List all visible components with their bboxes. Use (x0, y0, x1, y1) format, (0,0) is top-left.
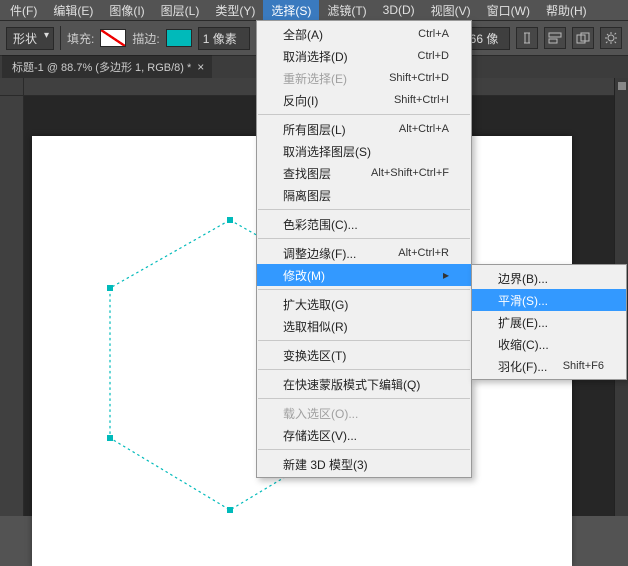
gear-icon[interactable] (600, 27, 622, 49)
modify-submenu: 边界(B)... 平滑(S)... 扩展(E)... 收缩(C)... 羽化(F… (471, 264, 627, 380)
menu-item-quick-mask[interactable]: 在快速蒙版模式下编辑(Q) (257, 373, 471, 395)
shape-mode-select[interactable]: 形状 (6, 27, 54, 50)
stroke-swatch[interactable] (166, 29, 192, 47)
menu-item-transform-selection[interactable]: 变换选区(T) (257, 344, 471, 366)
menu-item-refine-edge[interactable]: 调整边缘(F)...Alt+Ctrl+R (257, 242, 471, 264)
menu-item-reselect: 重新选择(E)Shift+Ctrl+D (257, 67, 471, 89)
menu-item-new-3d[interactable]: 新建 3D 模型(3) (257, 453, 471, 475)
menu-image[interactable]: 图像(I) (101, 0, 152, 21)
link-icon[interactable] (516, 27, 538, 49)
menu-item-similar[interactable]: 选取相似(R) (257, 315, 471, 337)
stroke-width-field[interactable]: 1 像素 (198, 27, 250, 50)
document-tab-title: 标题-1 @ 88.7% (多边形 1, RGB/8) * (12, 59, 191, 75)
submenu-item-smooth[interactable]: 平滑(S)... (472, 289, 626, 311)
menu-layer[interactable]: 图层(L) (153, 0, 208, 21)
submenu-item-contract[interactable]: 收缩(C)... (472, 333, 626, 355)
align-icon[interactable] (544, 27, 566, 49)
menu-help[interactable]: 帮助(H) (538, 0, 595, 21)
menu-item-color-range[interactable]: 色彩范围(C)... (257, 213, 471, 235)
menu-item-all-layers[interactable]: 所有图层(L)Alt+Ctrl+A (257, 118, 471, 140)
menu-item-deselect[interactable]: 取消选择(D)Ctrl+D (257, 45, 471, 67)
menu-item-modify[interactable]: 修改(M)▸ (257, 264, 471, 286)
menu-edit[interactable]: 编辑(E) (45, 0, 101, 21)
menu-window[interactable]: 窗口(W) (479, 0, 538, 21)
menu-item-isolate-layers[interactable]: 隔离图层 (257, 184, 471, 206)
menu-filter[interactable]: 滤镜(T) (319, 0, 374, 21)
menu-item-load-selection: 载入选区(O)... (257, 402, 471, 424)
menu-item-inverse[interactable]: 反向(I)Shift+Ctrl+I (257, 89, 471, 111)
select-menu: 全部(A)Ctrl+A 取消选择(D)Ctrl+D 重新选择(E)Shift+C… (256, 20, 472, 478)
menu-item-all[interactable]: 全部(A)Ctrl+A (257, 23, 471, 45)
menu-file[interactable]: 件(F) (2, 0, 45, 21)
menu-item-deselect-layers[interactable]: 取消选择图层(S) (257, 140, 471, 162)
arrange-icon[interactable] (572, 27, 594, 49)
menu-view[interactable]: 视图(V) (423, 0, 479, 21)
fill-swatch[interactable] (100, 29, 126, 47)
menu-item-save-selection[interactable]: 存储选区(V)... (257, 424, 471, 446)
submenu-item-feather[interactable]: 羽化(F)...Shift+F6 (472, 355, 626, 377)
fill-label: 填充: (67, 30, 94, 47)
menu-item-find-layers[interactable]: 查找图层Alt+Shift+Ctrl+F (257, 162, 471, 184)
submenu-item-expand[interactable]: 扩展(E)... (472, 311, 626, 333)
stroke-label: 描边: (132, 30, 159, 47)
menu-select[interactable]: 选择(S) (263, 0, 319, 21)
vertical-ruler (0, 78, 24, 516)
panel-icon[interactable] (615, 82, 628, 100)
menu-type[interactable]: 类型(Y) (207, 0, 263, 21)
submenu-item-border[interactable]: 边界(B)... (472, 267, 626, 289)
document-tab[interactable]: 标题-1 @ 88.7% (多边形 1, RGB/8) * × (2, 55, 212, 78)
menubar: 件(F) 编辑(E) 图像(I) 图层(L) 类型(Y) 选择(S) 滤镜(T)… (0, 0, 628, 20)
ruler-origin (0, 78, 24, 96)
menu-item-grow[interactable]: 扩大选取(G) (257, 293, 471, 315)
menu-3d[interactable]: 3D(D) (375, 1, 423, 19)
close-icon[interactable]: × (197, 60, 204, 74)
